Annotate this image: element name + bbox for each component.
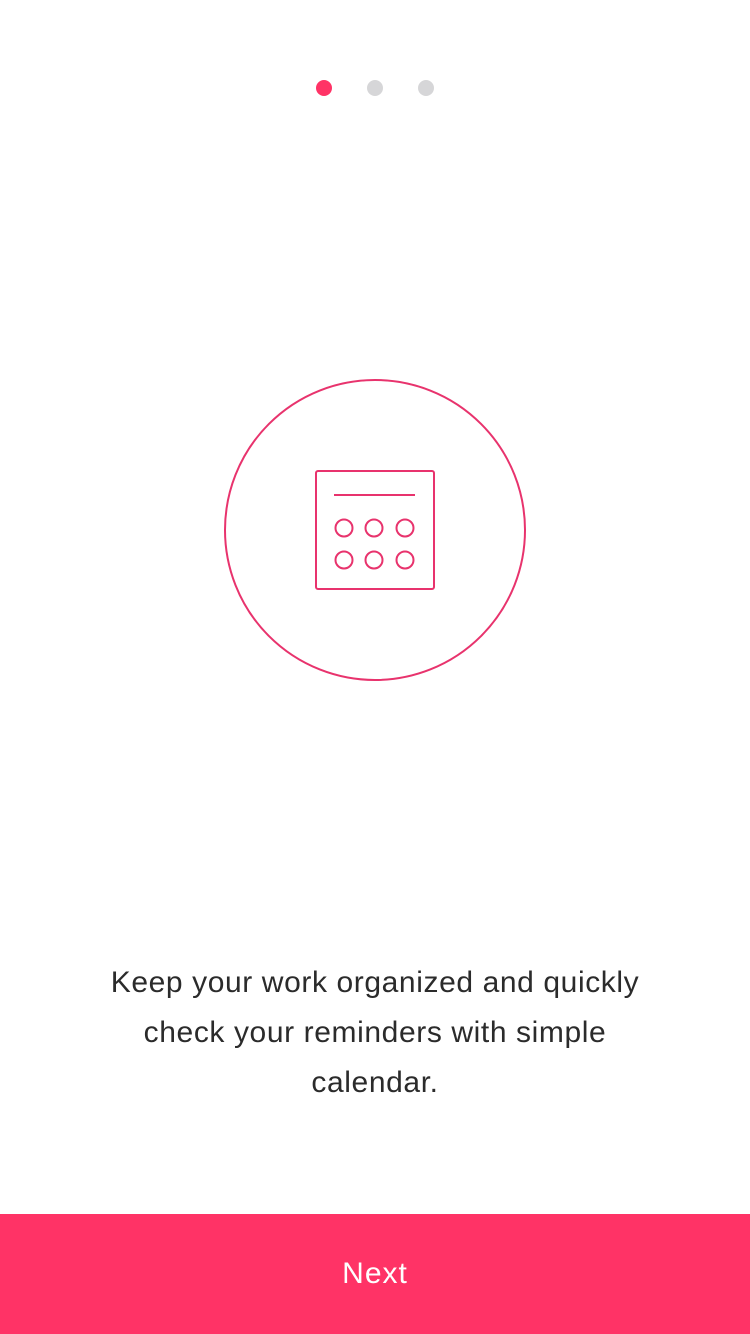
page-dot-1-active[interactable]: [316, 80, 332, 96]
page-dot-3[interactable]: [418, 80, 434, 96]
hero-illustration: [224, 379, 526, 681]
onboarding-description: Keep your work organized and quickly che…: [110, 966, 640, 1099]
calendar-icon: [224, 379, 526, 681]
next-button[interactable]: Next: [0, 1214, 750, 1334]
page-dot-2[interactable]: [367, 80, 383, 96]
page-indicator: [0, 80, 750, 96]
